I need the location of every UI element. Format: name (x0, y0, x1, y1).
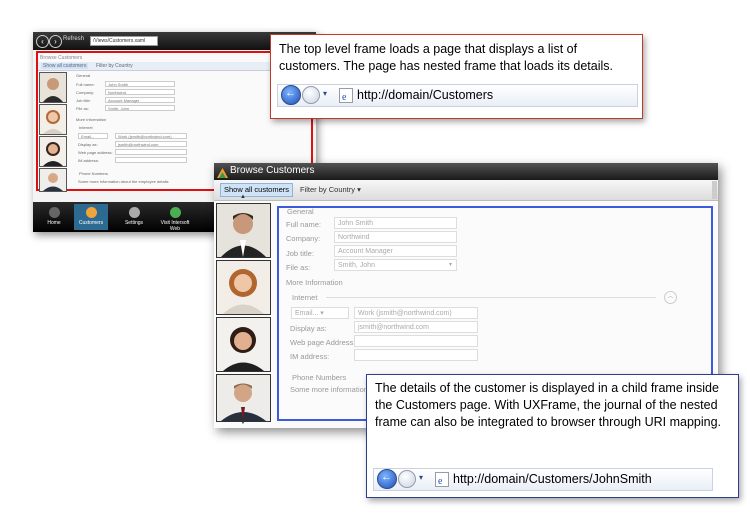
company-label: Company: (286, 234, 321, 243)
nav-customers-label: Customers (78, 220, 104, 226)
fileas-label: File as: (286, 263, 311, 272)
customers-icon (85, 207, 97, 218)
tab-show-all[interactable]: Show all customers (220, 183, 294, 197)
gear-icon (128, 207, 140, 218)
company-field[interactable]: Northwind (105, 89, 175, 95)
phone-section: Phone Numbers (292, 373, 347, 382)
web-label: Web page Address: (290, 338, 356, 347)
fullname-label: Full name: (286, 220, 322, 229)
svg-text:e: e (438, 476, 443, 486)
home-icon (48, 207, 60, 218)
customer-photo-2[interactable] (216, 260, 271, 315)
fileas-label: File as: (76, 106, 89, 111)
more-text: Some more information (290, 385, 368, 394)
display-as-field[interactable]: jsmith@northwind.com (354, 321, 478, 333)
back-arrow-glyph: ← (381, 471, 392, 483)
section-more-info: More Information (76, 117, 107, 122)
email-type-select[interactable]: Email... (78, 133, 108, 139)
fullname-field[interactable]: John Smith (334, 217, 457, 229)
back-arrow-glyph: ← (285, 87, 296, 99)
email-type-value: Email... (295, 310, 319, 317)
callout-child-frame: The details of the customer is displayed… (366, 374, 739, 498)
callout-top-level-frame: The top level frame loads a page that di… (270, 34, 643, 119)
section-general: General (287, 207, 314, 216)
callout-bottom-text: The details of the customer is displayed… (375, 381, 722, 429)
jobtitle-field[interactable]: Account Manager (105, 97, 175, 103)
customer-thumb-1[interactable] (39, 72, 67, 103)
web-field[interactable] (354, 335, 478, 347)
frame-title: Browse Customers (40, 55, 83, 61)
jobtitle-field[interactable]: Account Manager (334, 245, 457, 257)
scroll-up-icon[interactable]: ▲ (240, 194, 246, 200)
refresh-button[interactable]: Refresh (63, 36, 84, 42)
jobtitle-label: Job title: (286, 249, 314, 258)
customer-thumb-2[interactable] (39, 104, 67, 135)
fullname-field[interactable]: John Smith (105, 81, 175, 87)
display-as-label: Display as: (290, 324, 327, 333)
company-field[interactable]: Northwind (334, 231, 457, 243)
tab-filter-country[interactable]: Filter by Country ▾ (300, 185, 361, 194)
im-label: IM address: (290, 352, 330, 361)
nav-visit-web-label: Visit Intersoft Web (160, 220, 190, 232)
page-icon: e (339, 88, 353, 103)
web-label: Web page address: (78, 150, 113, 155)
tab-filter-label: Filter by Country (300, 185, 356, 194)
address-bar[interactable]: /Views/Customers.xaml (90, 36, 158, 46)
section-general: General (76, 73, 91, 78)
jobtitle-label: Job title: (76, 98, 91, 103)
more-text: Some more information about the employee… (78, 179, 169, 184)
tab-filter-country[interactable]: Filter by Country (96, 63, 133, 69)
address-url-bottom[interactable]: http://domain/Customers/JohnSmith (453, 469, 652, 490)
toolbar-scrollbar[interactable] (712, 181, 717, 199)
web-field[interactable] (115, 149, 187, 155)
email-type-select[interactable]: Email... ▾ (291, 307, 349, 319)
nav-home[interactable]: Home (37, 204, 71, 230)
collapse-icon[interactable]: ︿ (664, 291, 677, 304)
section-internet: Internet (292, 293, 318, 302)
window-title: Browse Customers (230, 165, 315, 176)
section-more-info: More Information (286, 278, 343, 287)
chevron-down-icon: ▾ (357, 185, 361, 194)
customer-thumb-3[interactable] (39, 136, 67, 167)
chevron-down-icon: ▾ (449, 262, 453, 268)
forward-icon[interactable] (302, 86, 320, 104)
callout-top-text: The top level frame loads a page that di… (279, 42, 613, 73)
nav-settings[interactable]: Settings (117, 204, 151, 230)
nav-settings-label: Settings (124, 220, 144, 226)
email-field[interactable]: Work (jsmith@northwind.com) (115, 133, 187, 139)
phone-section: Phone Numbers (79, 171, 108, 176)
globe-icon (169, 207, 181, 218)
internet-divider (326, 297, 656, 298)
customer-photo-3[interactable] (216, 317, 271, 372)
tab-show-all[interactable]: Show all customers (41, 63, 89, 69)
forward-icon[interactable] (398, 470, 416, 488)
email-field[interactable]: Work (jsmith@northwind.com) (354, 307, 478, 319)
im-field[interactable] (115, 157, 187, 163)
back-icon[interactable]: ‹ (36, 35, 49, 48)
section-internet: Internet (79, 125, 93, 130)
display-as-label: Display as: (78, 142, 98, 147)
customer-photo-1[interactable] (216, 203, 271, 258)
customer-thumb-4[interactable] (39, 168, 67, 192)
nav-visit-web[interactable]: Visit Intersoft Web (155, 204, 195, 232)
display-as-field[interactable]: jsmith@northwind.com (115, 141, 187, 147)
im-field[interactable] (354, 349, 478, 361)
nav-home-label: Home (47, 220, 61, 226)
fileas-select[interactable]: Smith, John (334, 259, 457, 271)
svg-text:e: e (342, 92, 347, 102)
page-icon: e (435, 472, 449, 487)
address-url-top[interactable]: http://domain/Customers (357, 85, 493, 106)
forward-icon[interactable]: › (49, 35, 62, 48)
fileas-select[interactable]: Smith, John (105, 105, 175, 111)
fullname-label: Full name: (76, 82, 95, 87)
history-dropdown-icon[interactable]: ▾ (323, 89, 327, 98)
nav-customers[interactable]: Customers (74, 204, 108, 230)
history-dropdown-icon[interactable]: ▾ (419, 473, 423, 482)
im-label: IM address: (78, 158, 99, 163)
fileas-value: Smith, John (338, 262, 375, 269)
customer-photo-4[interactable] (216, 374, 271, 422)
company-label: Company: (76, 90, 95, 95)
